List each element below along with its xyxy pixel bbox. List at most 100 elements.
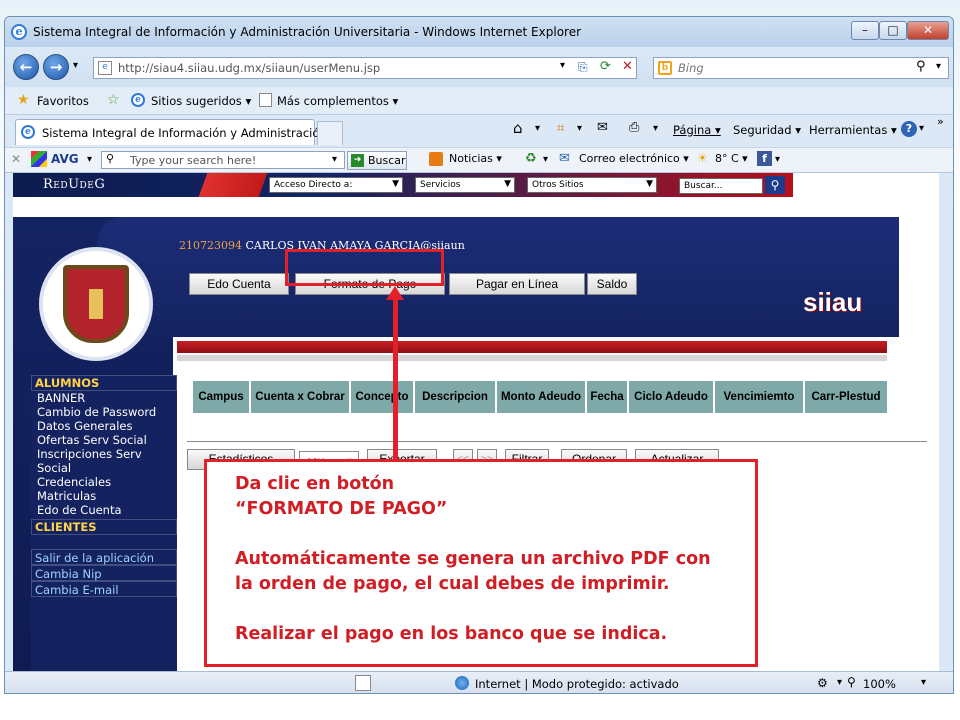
tab-label[interactable]: Sistema Integral de Información y Admini… xyxy=(42,126,330,140)
search-box[interactable]: b Bing ⚲ ▾ xyxy=(653,57,949,79)
news-icon xyxy=(429,152,443,166)
feeds-icon[interactable]: ⌗ xyxy=(557,121,564,136)
site-search-input[interactable]: Buscar... xyxy=(679,178,763,194)
acceso-directo-label: Acceso Directo a: xyxy=(274,180,353,190)
page-menu[interactable]: Página ▾ xyxy=(673,123,721,137)
user-id: 210723094 xyxy=(179,239,242,252)
column-header[interactable]: Carr-Plestud xyxy=(805,381,887,413)
new-tab-button[interactable] xyxy=(317,121,343,145)
chevron-down-icon: ▼ xyxy=(646,179,653,189)
status-dropdown-icon[interactable]: ▾ xyxy=(837,677,842,688)
tools-menu[interactable]: Herramientas ▾ xyxy=(809,123,897,137)
protected-mode-icon[interactable]: ⚙ xyxy=(817,676,828,690)
forward-button[interactable]: → xyxy=(43,54,69,80)
avg-dropdown-icon[interactable]: ▾ xyxy=(87,154,92,165)
menu-item-ofertas-serv-social[interactable]: Ofertas Serv Social xyxy=(31,433,177,447)
feeds-dropdown-icon[interactable]: ▾ xyxy=(577,123,582,134)
minimize-button[interactable]: – xyxy=(851,21,879,40)
email-button[interactable]: Correo electrónico ▾ xyxy=(579,152,689,165)
favorites-button[interactable]: Favoritos xyxy=(37,94,89,108)
address-row: ← → ▾ e http://siau4.siiau.udg.mx/siiaun… xyxy=(5,47,953,87)
browser-tab[interactable]: e Sistema Integral de Información y Admi… xyxy=(15,119,330,145)
gray-divider xyxy=(177,355,887,361)
avg-safe-dropdown-icon[interactable]: ▾ xyxy=(543,154,548,165)
servicios-select[interactable]: Servicios ▼ xyxy=(415,177,515,193)
refresh-icon[interactable]: ⟳ xyxy=(600,59,611,74)
avg-buscar-button[interactable]: ➜ Buscar xyxy=(347,151,407,170)
udg-seal xyxy=(39,247,153,361)
add-favorite-icon[interactable]: ☆ xyxy=(107,92,120,108)
column-header[interactable]: Fecha xyxy=(587,381,627,413)
search-placeholder: Bing xyxy=(678,61,704,75)
more-addons-button[interactable]: Más complementos ▾ xyxy=(277,94,398,108)
title-bar: e Sistema Integral de Información y Admi… xyxy=(5,17,953,47)
menu-item-banner[interactable]: BANNER xyxy=(31,391,177,405)
redudeg-brand[interactable]: RedUdeG xyxy=(43,177,105,192)
security-menu[interactable]: Seguridad ▾ xyxy=(733,123,801,137)
avg-logo-text: AVG xyxy=(51,152,79,166)
menu-item-edo-de-cuenta[interactable]: Edo de Cuenta xyxy=(31,503,177,517)
chevron-more-icon[interactable]: » xyxy=(937,115,944,128)
menu-link-cambia-nip[interactable]: Cambia Nip xyxy=(31,565,177,581)
tab-pagar-en-linea[interactable]: Pagar en Línea xyxy=(449,273,585,295)
address-text[interactable]: http://siau4.siiau.udg.mx/siiaun/userMen… xyxy=(118,61,380,75)
zoom-icon[interactable]: ⚲ xyxy=(847,675,856,689)
annotation-line: Realizar el pago en los banco que se ind… xyxy=(235,624,668,644)
zoom-level[interactable]: 100% xyxy=(863,677,896,691)
page-icon: e xyxy=(98,61,112,75)
print-icon[interactable]: ⎙ xyxy=(629,120,639,135)
status-text: Internet | Modo protegido: activado xyxy=(475,677,679,691)
help-icon[interactable]: ? xyxy=(901,121,917,137)
facebook-dropdown-icon[interactable]: ▾ xyxy=(775,154,780,165)
column-header[interactable]: Cuenta x Cobrar xyxy=(251,381,349,413)
help-dropdown-icon[interactable]: ▾ xyxy=(919,123,924,134)
site-search-icon[interactable]: ⚲ xyxy=(765,176,785,194)
weather-button[interactable]: 8° C ▾ xyxy=(715,152,748,165)
avg-logo-icon xyxy=(31,151,47,167)
search-dropdown-icon[interactable]: ▾ xyxy=(936,61,941,72)
column-header[interactable]: Descripcion xyxy=(415,381,495,413)
maximize-button[interactable]: □ xyxy=(879,21,907,40)
compatibility-icon[interactable]: ⎘ xyxy=(578,60,588,75)
chevron-down-icon: ▼ xyxy=(392,179,399,189)
status-page-icon xyxy=(355,675,371,691)
home-icon[interactable]: ⌂ xyxy=(513,119,523,137)
column-header[interactable]: Concepto xyxy=(351,381,413,413)
mail-icon[interactable]: ✉ xyxy=(597,120,608,135)
column-header[interactable]: Monto Adeudo xyxy=(497,381,585,413)
menu-link-salir[interactable]: Salir de la aplicación xyxy=(31,549,177,565)
menu-link-cambia-email[interactable]: Cambia E-mail xyxy=(31,581,177,597)
column-header[interactable]: Vencimiemto xyxy=(715,381,803,413)
close-button[interactable]: ✕ xyxy=(907,21,949,40)
menu-item-inscripciones-serv[interactable]: Inscripciones Serv xyxy=(31,447,177,461)
column-header[interactable]: Campus xyxy=(193,381,249,413)
print-dropdown-icon[interactable]: ▾ xyxy=(653,123,658,134)
avg-safe-icon[interactable]: ♻ xyxy=(525,151,537,166)
tab-edo-cuenta[interactable]: Edo Cuenta xyxy=(189,273,289,295)
close-toolbar-icon[interactable]: ✕ xyxy=(11,152,21,166)
search-icon[interactable]: ⚲ xyxy=(916,59,926,74)
avg-search-dropdown-icon[interactable]: ▾ xyxy=(332,154,337,165)
menu-item-matriculas[interactable]: Matriculas xyxy=(31,489,177,503)
news-button[interactable]: Noticias ▾ xyxy=(449,152,502,165)
column-header[interactable]: Ciclo Adeudo xyxy=(629,381,713,413)
chevron-down-icon: ▼ xyxy=(504,179,511,189)
avg-search-input[interactable]: ⚲ Type your search here! ▾ xyxy=(101,151,345,169)
zoom-dropdown-icon[interactable]: ▾ xyxy=(921,677,926,688)
menu-item-datos-generales[interactable]: Datos Generales xyxy=(31,419,177,433)
menu-item-credenciales[interactable]: Credenciales xyxy=(31,475,177,489)
facebook-icon[interactable]: f xyxy=(757,151,772,166)
suggested-sites-button[interactable]: Sitios sugeridos ▾ xyxy=(151,94,251,108)
back-button[interactable]: ← xyxy=(13,54,39,80)
tab-saldo[interactable]: Saldo xyxy=(587,273,637,295)
bing-icon: b xyxy=(658,61,672,75)
home-dropdown-icon[interactable]: ▾ xyxy=(535,123,540,134)
menu-item-social[interactable]: Social xyxy=(31,461,177,475)
address-dropdown-icon[interactable]: ▾ xyxy=(560,60,565,71)
otros-sitios-select[interactable]: Otros Sitios ▼ xyxy=(527,177,657,193)
stop-icon[interactable]: ✕ xyxy=(622,59,633,74)
address-bar[interactable]: e http://siau4.siiau.udg.mx/siiaun/userM… xyxy=(93,57,637,79)
acceso-directo-select[interactable]: Acceso Directo a: ▼ xyxy=(269,177,403,193)
nav-dropdown-icon[interactable]: ▾ xyxy=(73,60,78,71)
menu-item-cambio-password[interactable]: Cambio de Password xyxy=(31,405,177,419)
